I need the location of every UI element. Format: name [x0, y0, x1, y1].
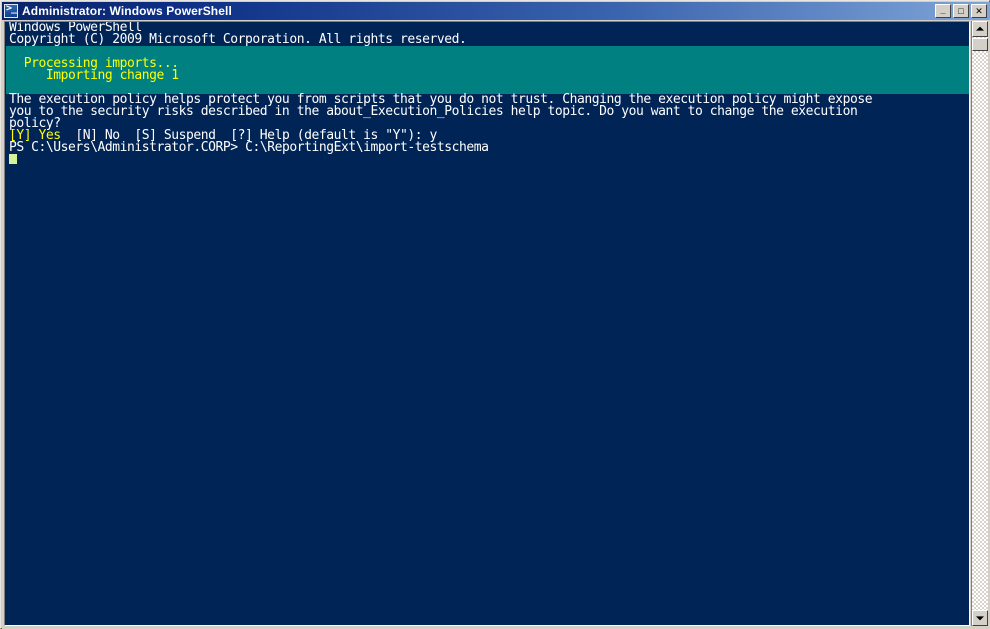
console-frame: Windows PowerShell Copyright (C) 2009 Mi… — [4, 21, 970, 626]
console-scrollbar[interactable] — [971, 21, 988, 626]
scroll-down-button[interactable] — [972, 610, 988, 626]
close-icon: ✕ — [975, 5, 983, 16]
maximize-button[interactable]: □ — [953, 4, 969, 18]
minimize-button[interactable]: _ — [935, 4, 951, 18]
typed-command: C:\ReportingExt\import-testschema — [245, 140, 489, 155]
client-area: Windows PowerShell Copyright (C) 2009 Mi… — [2, 20, 990, 629]
window-title: Administrator: Windows PowerShell — [22, 4, 232, 18]
cursor-line — [6, 154, 969, 166]
title-bar[interactable]: Administrator: Windows PowerShell _ □ ✕ — [2, 2, 990, 20]
command-line: PS C:\Users\Administrator.CORP> C:\Repor… — [6, 140, 969, 155]
progress-block: Processing imports... Importing change 1 — [6, 46, 969, 94]
scroll-down-arrow-icon — [976, 616, 984, 621]
banner-line-2: Copyright (C) 2009 Microsoft Corporation… — [9, 32, 467, 47]
scroll-up-button[interactable] — [972, 21, 988, 37]
powershell-icon — [4, 3, 18, 18]
powershell-window: Administrator: Windows PowerShell _ □ ✕ … — [0, 0, 990, 629]
minimize-icon: _ — [940, 5, 946, 15]
scroll-up-arrow-icon — [976, 26, 984, 31]
window-controls: _ □ ✕ — [935, 4, 987, 18]
close-button[interactable]: ✕ — [971, 4, 987, 18]
console-output[interactable]: Windows PowerShell Copyright (C) 2009 Mi… — [6, 22, 969, 625]
shell-prompt: PS C:\Users\Administrator.CORP> — [9, 140, 246, 155]
maximize-icon: □ — [958, 5, 964, 16]
warning-line-2: you to the security risks described in t… — [9, 104, 858, 119]
text-cursor — [9, 154, 17, 164]
scrollbar-thumb[interactable] — [972, 38, 988, 51]
progress-status: Importing change 1 — [9, 68, 179, 83]
